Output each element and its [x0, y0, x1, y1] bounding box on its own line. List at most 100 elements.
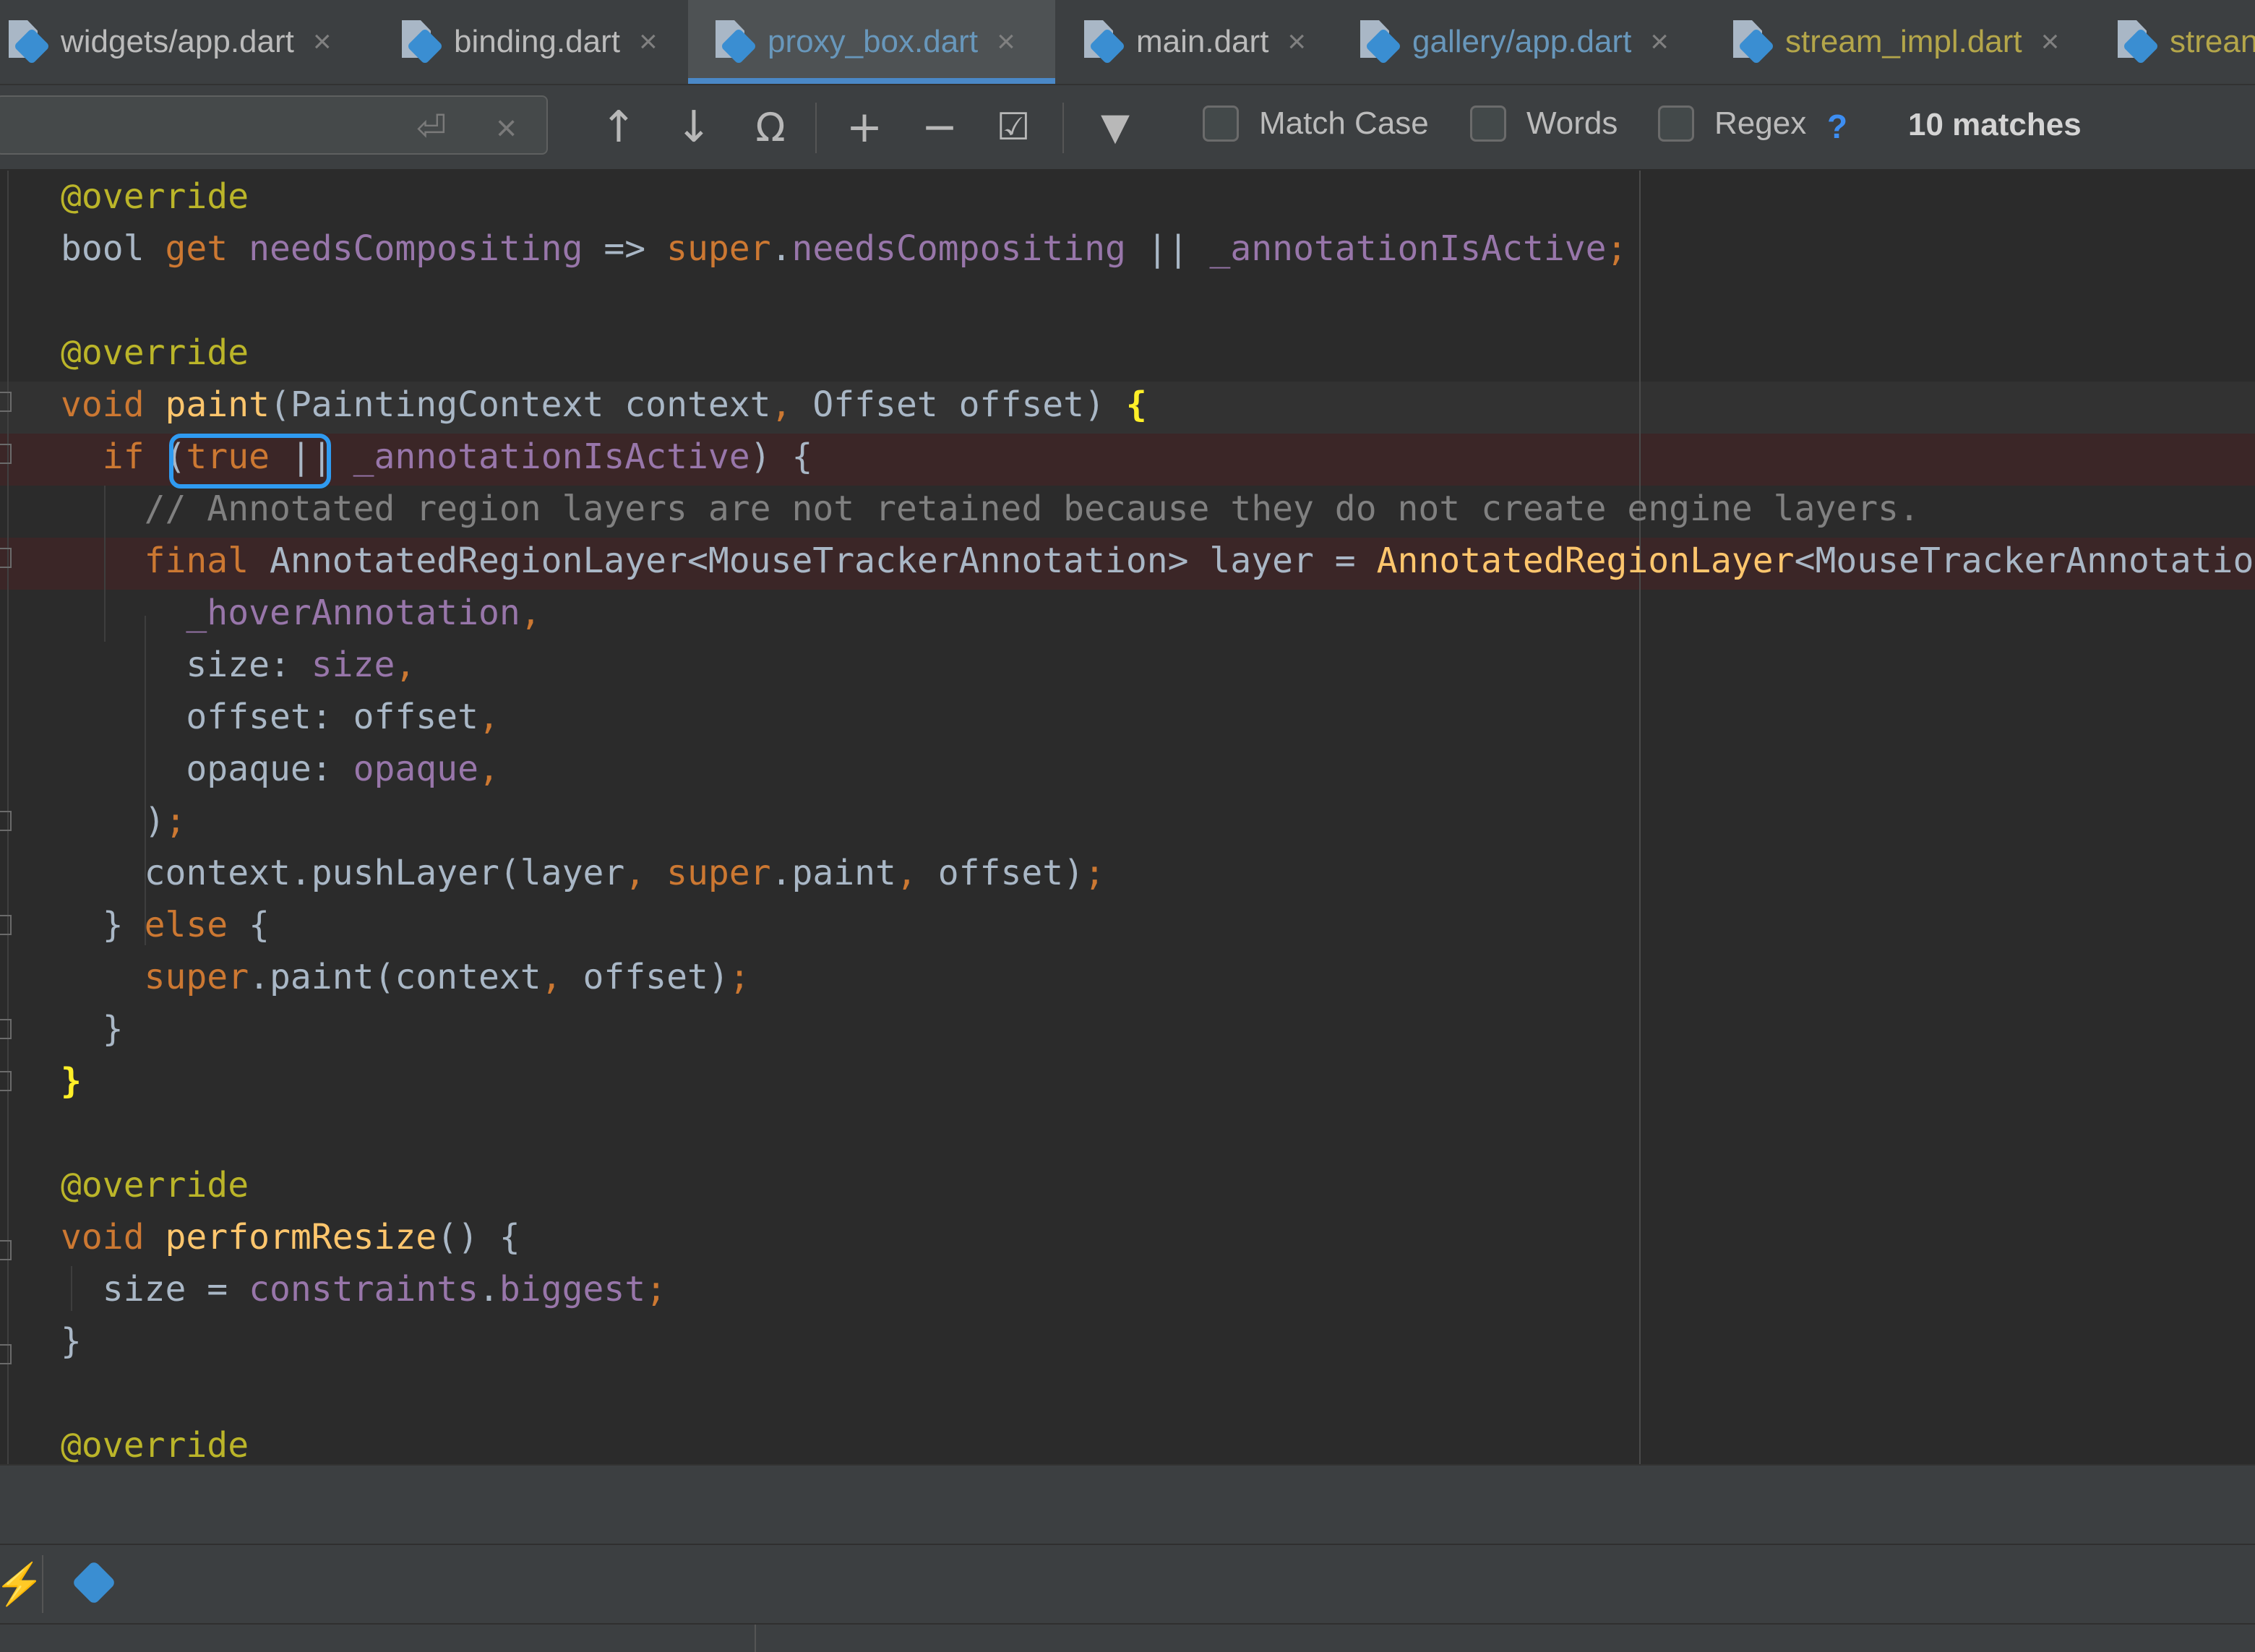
code-token: . — [478, 1269, 499, 1309]
dart-file-icon — [2118, 20, 2160, 65]
words-label: Words — [1526, 106, 1618, 141]
fold-marker[interactable] — [0, 915, 12, 935]
close-icon[interactable]: × — [997, 24, 1015, 60]
code-token: ; — [729, 957, 750, 997]
code-line: opaque: opaque, — [61, 743, 499, 795]
code-token: , — [478, 749, 499, 789]
code-token: _annotationIsActive — [353, 436, 750, 477]
code-token: _hoverAnnotation — [186, 593, 520, 633]
code-token: () { — [437, 1217, 520, 1257]
close-icon[interactable]: × — [1287, 24, 1306, 60]
close-icon[interactable]: × — [313, 24, 332, 60]
select-all-occurrences-button[interactable]: ☑ — [990, 98, 1036, 156]
close-icon[interactable]: × — [639, 24, 658, 60]
tab-stream-impl[interactable]: stream_impl.dart × — [1733, 0, 2059, 84]
checkbox-box[interactable] — [1658, 106, 1694, 142]
fold-marker[interactable] — [0, 1071, 12, 1091]
fold-marker[interactable] — [0, 444, 12, 464]
regex-help-icon[interactable]: ? — [1827, 107, 1847, 146]
fold-marker[interactable] — [0, 1240, 12, 1260]
match-case-checkbox[interactable]: Match Case — [1203, 106, 1429, 142]
checkbox-box[interactable] — [1470, 106, 1506, 142]
fold-marker[interactable] — [0, 1344, 12, 1364]
code-line: offset: offset, — [61, 691, 499, 743]
status-bar: ⚡ — [0, 1544, 2255, 1625]
filter-icon[interactable]: ▼ — [1090, 98, 1141, 156]
code-token: , — [520, 593, 541, 633]
tool-window-strip — [0, 1464, 2255, 1545]
code-token: } — [61, 1321, 82, 1361]
close-icon[interactable]: × — [1650, 24, 1669, 60]
code-token: AnnotatedRegionLayer — [1376, 541, 1795, 581]
code-token: get — [165, 228, 249, 269]
tab-main[interactable]: main.dart × — [1084, 0, 1306, 84]
tab-label: gallery/app.dart — [1412, 24, 1632, 59]
code-token: ; — [165, 801, 186, 841]
search-input[interactable] — [12, 104, 405, 149]
close-icon[interactable]: × — [2041, 24, 2060, 60]
tab-stream-truncated[interactable]: strean — [2118, 0, 2255, 84]
code-token: { — [1125, 384, 1147, 425]
dart-file-icon — [1084, 20, 1126, 65]
lightning-icon[interactable]: ⚡ — [0, 1562, 45, 1606]
code-token: opaque — [353, 749, 478, 789]
search-match-highlight — [169, 434, 331, 489]
tab-gallery-app[interactable]: gallery/app.dart × — [1360, 0, 1669, 84]
status-separator — [42, 1555, 43, 1613]
clear-icon[interactable]: × — [496, 107, 517, 149]
fold-marker[interactable] — [0, 548, 12, 568]
code-token: offset) — [583, 957, 729, 997]
tab-proxy-box[interactable]: proxy_box.dart × — [688, 0, 1055, 84]
code-token: needsCompositing — [249, 228, 604, 269]
code-token: AnnotatedRegionLayer<MouseTrackerAnnotat… — [269, 541, 1377, 581]
code-token: if — [102, 436, 166, 477]
code-line: ); — [61, 795, 186, 847]
code-line: @override — [61, 327, 249, 379]
code-token: { — [249, 905, 270, 945]
tab-binding[interactable]: binding.dart × — [402, 0, 658, 84]
fold-marker[interactable] — [0, 1019, 12, 1039]
search-field[interactable]: ⏎ × — [0, 95, 548, 155]
tab-widgets-app[interactable]: widgets/app.dart × — [9, 0, 332, 84]
code-token: void — [61, 384, 166, 425]
words-checkbox[interactable]: Words — [1470, 106, 1618, 142]
code-line: } — [61, 1315, 82, 1367]
code-token: void — [61, 1217, 166, 1257]
code-token: @override — [61, 332, 249, 373]
code-token: , — [895, 853, 938, 893]
code-token: needsCompositing — [791, 228, 1147, 269]
history-icon[interactable]: ⏎ — [416, 107, 447, 149]
fold-marker[interactable] — [0, 811, 12, 831]
regex-checkbox[interactable]: Regex — [1658, 106, 1806, 142]
code-line: super.paint(context, offset); — [61, 951, 750, 1003]
code-token: <MouseTrackerAnnotation>( — [1794, 541, 2255, 581]
code-editor[interactable]: @override bool get needsCompositing => su… — [0, 171, 2255, 1464]
code-token: , — [770, 384, 813, 425]
code-line: @override — [61, 171, 249, 223]
regex-label: Regex — [1714, 106, 1807, 141]
fold-marker[interactable] — [0, 392, 12, 412]
code-token: ; — [1084, 853, 1105, 893]
code-token: , — [624, 853, 667, 893]
dart-file-icon — [1733, 20, 1775, 65]
code-token: @override — [61, 1425, 249, 1464]
next-match-button[interactable]: ↓ — [672, 98, 716, 156]
code-line: _hoverAnnotation, — [61, 587, 541, 639]
select-all-matches-button[interactable]: Ω — [747, 98, 794, 156]
code-token: super — [666, 228, 771, 269]
add-occurrence-button[interactable]: + — [841, 98, 888, 156]
previous-match-button[interactable]: ↑ — [597, 98, 640, 156]
right-margin-guide — [1639, 171, 1641, 1464]
code-line: final AnnotatedRegionLayer<MouseTrackerA… — [61, 535, 2255, 587]
code-token: ) — [61, 801, 166, 841]
code-line: @override — [61, 1159, 249, 1211]
tab-label: main.dart — [1136, 24, 1269, 59]
bottom-bar — [0, 1623, 2255, 1652]
code-token: ) { — [749, 436, 813, 477]
code-token: performResize — [165, 1217, 437, 1257]
checkbox-box[interactable] — [1203, 106, 1239, 142]
editor-tab-bar: widgets/app.dart × binding.dart × proxy_… — [0, 0, 2255, 85]
dart-icon[interactable] — [71, 1559, 117, 1606]
remove-occurrence-button[interactable]: − — [916, 98, 963, 156]
